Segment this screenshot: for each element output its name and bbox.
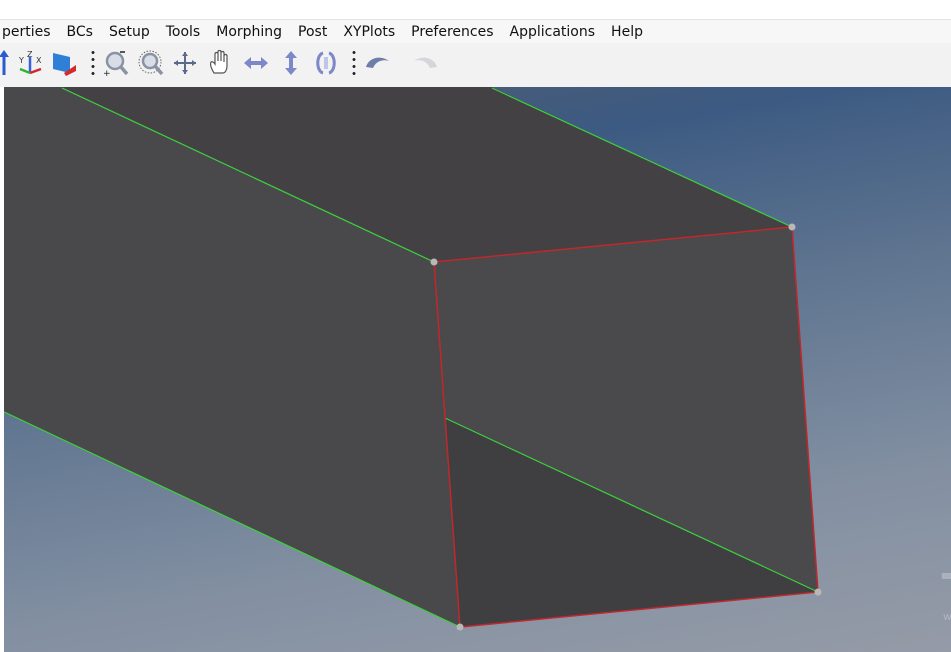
zoom-dynamic-icon[interactable] [137,49,165,77]
xyz-axes-icon[interactable]: YZX [16,49,44,77]
menu-preferences[interactable]: Preferences [403,24,501,40]
node[interactable] [814,588,822,596]
horizontal-arrows-icon[interactable] [242,49,270,77]
toolbar-separator [352,49,356,79]
svg-text:Y: Y [18,56,24,65]
zoom-window-icon[interactable]: + [102,49,130,77]
menu-bcs[interactable]: BCs [59,24,101,40]
menu-applications[interactable]: Applications [502,24,604,40]
spin-icon[interactable] [312,49,340,77]
menu-xyplots[interactable]: XYPlots [335,24,403,40]
toolbar: YZX + [0,43,951,87]
svg-text:Z: Z [27,50,33,59]
redo-view-icon[interactable] [410,49,438,77]
menu-properties[interactable]: perties [0,24,59,40]
node[interactable] [430,258,438,266]
svg-text:www.xiazaiba.com: www.xiazaiba.com [943,610,951,623]
display-plane-icon[interactable] [50,49,78,77]
model-view [4,87,822,631]
menu-help[interactable]: Help [603,24,651,40]
rotate-move-icon[interactable] [171,49,199,77]
title-bar [0,0,951,20]
menu-bar: perties BCs Setup Tools Morphing Post XY… [0,20,951,43]
graphics-viewport[interactable]: 下载吧 www.xiazaiba.com [4,87,951,652]
menu-setup[interactable]: Setup [101,24,158,40]
vertical-arrows-icon[interactable] [277,49,305,77]
pan-hand-icon[interactable] [206,49,234,77]
svg-text:X: X [36,56,42,65]
svg-text:+: + [103,69,111,77]
svg-text:下载吧: 下载吧 [941,569,951,615]
undo-view-icon[interactable] [363,49,391,77]
menu-tools[interactable]: Tools [158,24,209,40]
toolbar-separator [91,49,95,79]
node[interactable] [456,623,464,631]
menu-post[interactable]: Post [290,24,335,40]
menu-morphing[interactable]: Morphing [208,24,290,40]
node[interactable] [788,223,796,231]
